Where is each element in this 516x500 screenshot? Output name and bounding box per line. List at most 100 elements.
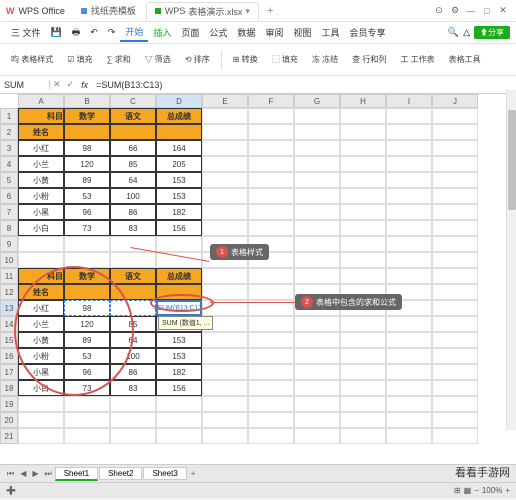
cell[interactable]: 小兰 xyxy=(18,156,64,172)
col-header-i[interactable]: I xyxy=(386,94,432,108)
cell[interactable] xyxy=(386,252,432,268)
cell[interactable] xyxy=(432,316,478,332)
row-header[interactable]: 10 xyxy=(0,252,18,268)
cell[interactable] xyxy=(432,332,478,348)
row-header[interactable]: 5 xyxy=(0,172,18,188)
cell[interactable]: 153 xyxy=(156,172,202,188)
cell[interactable] xyxy=(202,380,248,396)
scrollbar-thumb[interactable] xyxy=(508,110,516,210)
menu-insert[interactable]: 插入 xyxy=(148,24,176,41)
cell[interactable] xyxy=(340,172,386,188)
minimize-button[interactable] xyxy=(464,4,478,18)
cell[interactable] xyxy=(64,124,110,140)
cell[interactable] xyxy=(156,396,202,412)
cell[interactable]: 182 xyxy=(156,204,202,220)
col-header-c[interactable]: C xyxy=(110,94,156,108)
cell[interactable]: 96 xyxy=(64,204,110,220)
cell[interactable] xyxy=(340,412,386,428)
cell[interactable] xyxy=(340,108,386,124)
cell[interactable]: 86 xyxy=(110,204,156,220)
cell[interactable] xyxy=(248,140,294,156)
cell[interactable] xyxy=(64,428,110,444)
cell[interactable] xyxy=(64,412,110,428)
maximize-button[interactable] xyxy=(480,4,494,18)
cell[interactable] xyxy=(386,380,432,396)
cell[interactable]: 153 xyxy=(156,348,202,364)
col-header-g[interactable]: G xyxy=(294,94,340,108)
cell[interactable] xyxy=(248,284,294,300)
col-header-a[interactable]: A xyxy=(18,94,64,108)
cell[interactable]: 120 xyxy=(64,156,110,172)
cell[interactable] xyxy=(248,172,294,188)
cell[interactable] xyxy=(202,364,248,380)
cell[interactable]: 98 xyxy=(64,140,110,156)
row-header[interactable]: 8 xyxy=(0,220,18,236)
cell[interactable] xyxy=(386,204,432,220)
cell[interactable] xyxy=(294,124,340,140)
row-header[interactable]: 1 xyxy=(0,108,18,124)
cell[interactable] xyxy=(432,284,478,300)
cell[interactable] xyxy=(64,236,110,252)
name-box[interactable]: SUM xyxy=(0,80,50,90)
tab-dropdown-icon[interactable]: ▾ xyxy=(245,6,250,17)
ribbon-freeze[interactable]: 冻 冻结 xyxy=(307,52,343,67)
cell[interactable] xyxy=(110,396,156,412)
sheet-tab-1[interactable]: Sheet1 xyxy=(55,467,98,481)
cell[interactable] xyxy=(18,428,64,444)
cell[interactable] xyxy=(248,220,294,236)
cell[interactable] xyxy=(386,364,432,380)
cell[interactable] xyxy=(18,252,64,268)
cell[interactable] xyxy=(202,220,248,236)
ribbon-sort[interactable]: ⟲ 排序 xyxy=(180,52,215,67)
cell[interactable] xyxy=(340,268,386,284)
cell[interactable] xyxy=(248,124,294,140)
row-header[interactable]: 21 xyxy=(0,428,18,444)
row-header[interactable]: 20 xyxy=(0,412,18,428)
col-header-f[interactable]: F xyxy=(248,94,294,108)
col-header-e[interactable]: E xyxy=(202,94,248,108)
view-normal-icon[interactable]: ⊞ xyxy=(454,486,461,495)
cell[interactable] xyxy=(110,428,156,444)
cell[interactable] xyxy=(202,108,248,124)
cell[interactable] xyxy=(432,252,478,268)
confirm-icon[interactable]: ✓ xyxy=(64,79,78,90)
cell[interactable] xyxy=(202,124,248,140)
cell[interactable] xyxy=(202,428,248,444)
cell[interactable]: 153 xyxy=(156,332,202,348)
cell[interactable] xyxy=(340,364,386,380)
vertical-scrollbar[interactable] xyxy=(506,90,516,430)
row-header[interactable]: 4 xyxy=(0,156,18,172)
cell[interactable] xyxy=(110,124,156,140)
ribbon-sum[interactable]: ∑ 求和 xyxy=(102,52,136,67)
cell[interactable] xyxy=(156,124,202,140)
t1-h3[interactable]: 总成绩 xyxy=(156,108,202,124)
menu-member[interactable]: 会员专享 xyxy=(344,24,390,41)
search-icon[interactable]: 🔍 xyxy=(448,27,459,38)
cell[interactable]: 小红 xyxy=(18,140,64,156)
ribbon-convert[interactable]: ⊞ 转换 xyxy=(228,52,263,67)
cell[interactable]: 156 xyxy=(156,220,202,236)
cell[interactable] xyxy=(294,188,340,204)
cell[interactable] xyxy=(432,412,478,428)
cell[interactable] xyxy=(432,108,478,124)
cell[interactable]: 53 xyxy=(64,188,110,204)
cell[interactable] xyxy=(294,364,340,380)
menu-tools[interactable]: 工具 xyxy=(316,24,344,41)
cell[interactable] xyxy=(294,236,340,252)
cell[interactable] xyxy=(340,220,386,236)
cell[interactable] xyxy=(248,156,294,172)
tab-add-button[interactable]: + xyxy=(261,5,279,17)
cell[interactable] xyxy=(340,140,386,156)
row-header[interactable]: 2 xyxy=(0,124,18,140)
ribbon-fill2[interactable]: ⬚ 填充 xyxy=(267,52,303,67)
cell[interactable] xyxy=(386,108,432,124)
cell[interactable] xyxy=(18,396,64,412)
cell[interactable] xyxy=(432,300,478,316)
cell[interactable] xyxy=(386,188,432,204)
row-header[interactable]: 19 xyxy=(0,396,18,412)
cell[interactable]: 182 xyxy=(156,364,202,380)
cell[interactable] xyxy=(248,188,294,204)
sheet-add[interactable]: + xyxy=(188,469,199,478)
cell[interactable] xyxy=(248,428,294,444)
cell[interactable] xyxy=(386,268,432,284)
